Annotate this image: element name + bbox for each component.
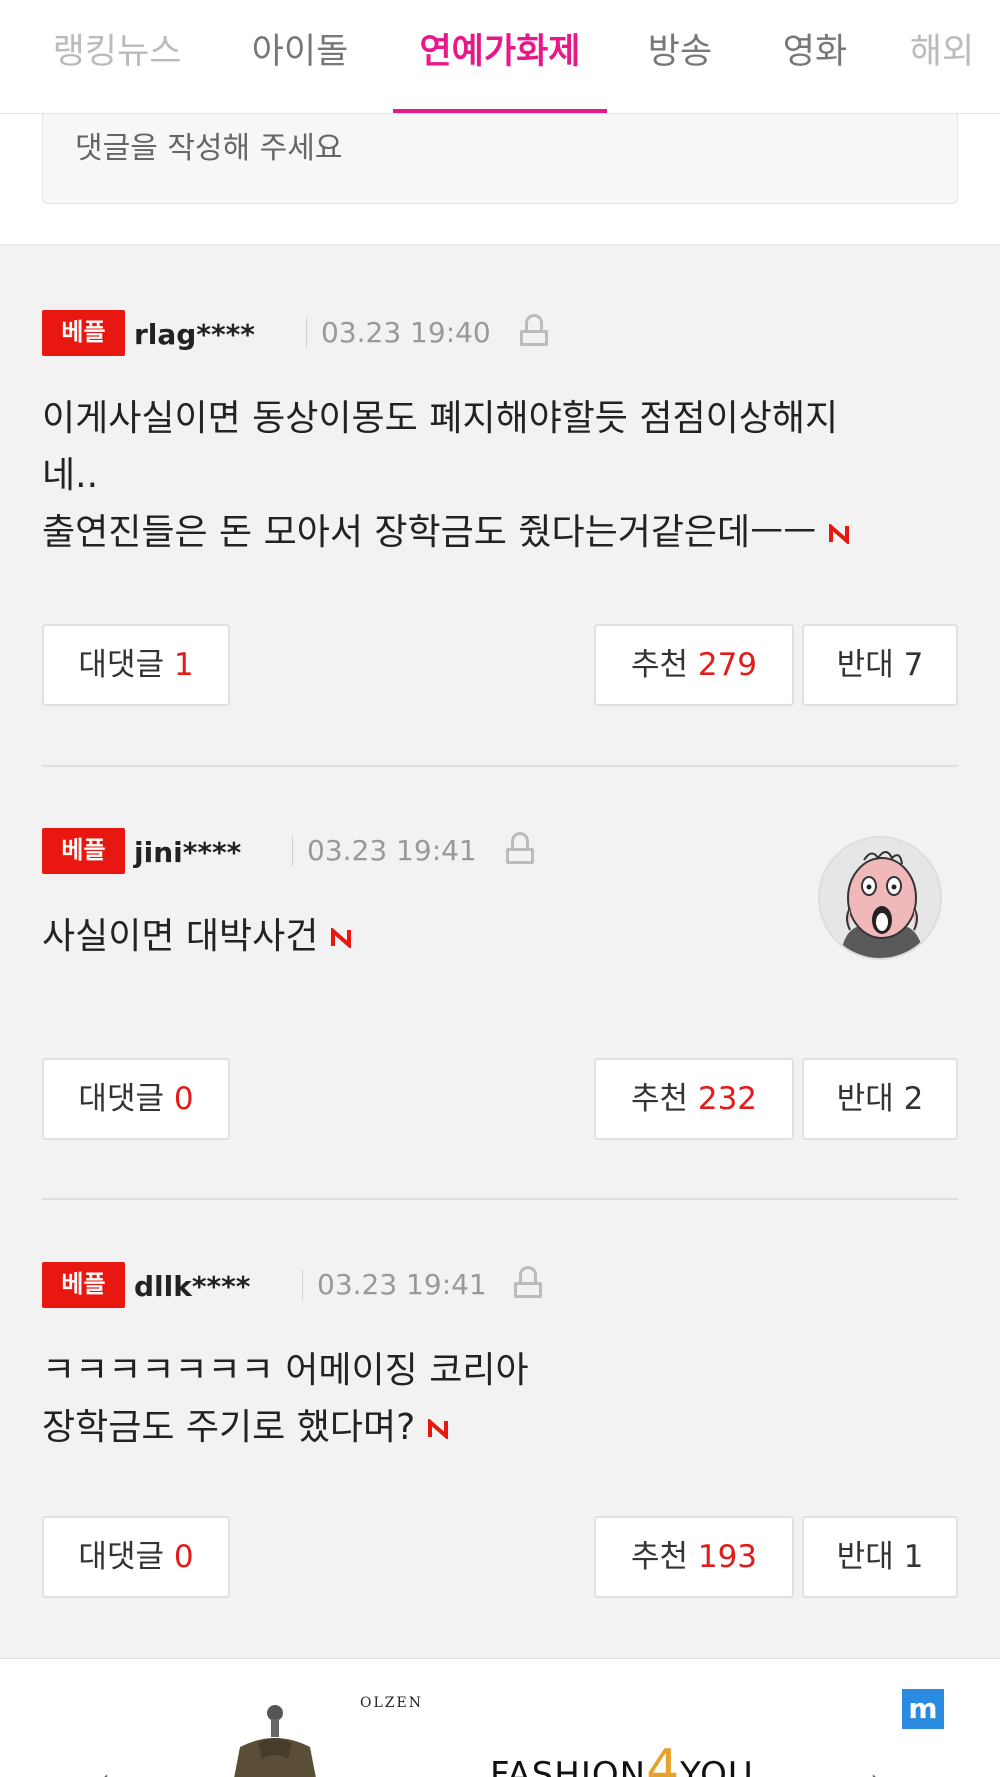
tab-idol[interactable]: 아이돌 xyxy=(240,0,360,113)
category-tabs: 랭킹뉴스 아이돌 연예가화제 방송 영화 해외 xyxy=(0,0,1000,114)
reply-button[interactable]: 대댓글 0 xyxy=(42,1516,230,1598)
new-icon xyxy=(330,928,352,948)
lock-icon[interactable] xyxy=(514,1266,542,1300)
ad-prev-icon[interactable]: ‹ xyxy=(98,1763,110,1777)
ad-brand: FASHION4YOU xyxy=(490,1739,754,1777)
comment-time: 03.23 19:40 xyxy=(306,318,491,348)
comment-line: ㅋㅋㅋㅋㅋㅋㅋ 어메이징 코리아 xyxy=(42,1350,529,1391)
tab-movie[interactable]: 영화 xyxy=(775,0,855,113)
oppose-button[interactable]: 반대 7 xyxy=(802,624,958,706)
comment-text: ㅋㅋㅋㅋㅋㅋㅋ 어메이징 코리아 장학금도 주기로 했다며? xyxy=(42,1342,962,1456)
comment-time: 03.23 19:41 xyxy=(292,836,477,866)
oppose-count: 7 xyxy=(903,647,924,683)
comment-time: 03.23 19:41 xyxy=(302,1270,487,1300)
oppose-button[interactable]: 반대 1 xyxy=(802,1516,958,1598)
recommend-count: 232 xyxy=(697,1081,758,1117)
comment-line: 사실이면 대박사건 xyxy=(42,916,319,957)
recommend-button[interactable]: 추천 193 xyxy=(594,1516,794,1598)
best-reply-badge: 베플 xyxy=(42,310,125,356)
comment-line: 장학금도 주기로 했다며? xyxy=(42,1407,416,1448)
jacket-image xyxy=(200,1699,350,1777)
oppose-button[interactable]: 반대 2 xyxy=(802,1058,958,1140)
recommend-button[interactable]: 추천 279 xyxy=(594,624,794,706)
comment-input-placeholder: 댓글을 작성해 주세요 xyxy=(75,131,343,166)
ad-logo-icon[interactable]: m xyxy=(902,1689,944,1729)
comment-divider xyxy=(42,765,958,767)
comment-line: 출연진들은 돈 모아서 장학금도 줬다는거같은데ㅡㅡ xyxy=(42,512,817,553)
best-reply-badge: 베플 xyxy=(42,828,125,874)
comment-text: 이게사실이면 동상이몽도 폐지해야할듯 점점이상해지 네.. 출연진들은 돈 모… xyxy=(42,390,962,561)
comment-line: 네.. xyxy=(42,455,99,496)
oppose-count: 2 xyxy=(903,1081,924,1117)
reply-count: 0 xyxy=(173,1539,194,1575)
tab-overseas[interactable]: 해외 xyxy=(902,0,982,113)
new-icon xyxy=(427,1419,449,1439)
comment-input-area: 댓글을 작성해 주세요 xyxy=(0,94,1000,246)
lock-icon[interactable] xyxy=(520,314,548,348)
recommend-count: 279 xyxy=(697,647,758,683)
comment-line: 이게사실이면 동상이몽도 폐지해야할듯 점점이상해지 xyxy=(42,398,839,439)
best-reply-badge: 베플 xyxy=(42,1262,125,1308)
tab-broadcast[interactable]: 방송 xyxy=(640,0,720,113)
comment-username: jini**** xyxy=(134,836,242,869)
comment-username: rlag**** xyxy=(134,318,255,351)
tab-ranking-news[interactable]: 랭킹뉴스 xyxy=(42,0,192,113)
recommend-button[interactable]: 추천 232 xyxy=(594,1058,794,1140)
comment-divider xyxy=(42,1198,958,1200)
ad-brand-small: OLZEN xyxy=(360,1695,423,1711)
comment-text: 사실이면 대박사건 xyxy=(42,908,962,965)
reply-count: 1 xyxy=(173,647,194,683)
recommend-count: 193 xyxy=(697,1539,758,1575)
ad-banner[interactable]: ‹ OLZEN FASHION4YOU m › xyxy=(0,1658,1000,1777)
reply-button[interactable]: 대댓글 0 xyxy=(42,1058,230,1140)
reply-button[interactable]: 대댓글 1 xyxy=(42,624,230,706)
new-icon xyxy=(828,524,850,544)
tab-entertainment-topics[interactable]: 연예가화제 xyxy=(393,0,607,113)
ad-next-icon[interactable]: › xyxy=(870,1763,882,1777)
lock-icon[interactable] xyxy=(506,832,534,866)
oppose-count: 1 xyxy=(903,1539,924,1575)
reply-count: 0 xyxy=(173,1081,194,1117)
comment-username: dllk**** xyxy=(134,1270,251,1303)
